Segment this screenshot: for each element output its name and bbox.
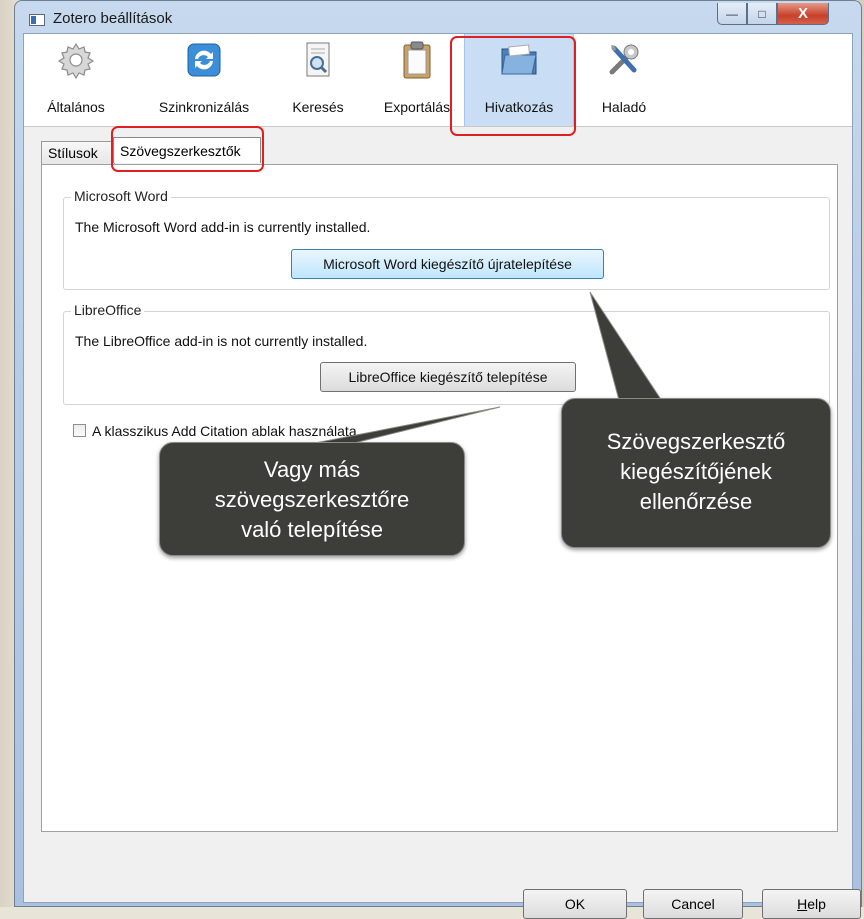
tab-styles[interactable]: Stílusok: [41, 141, 115, 165]
callout-left-line2: szövegszerkesztőre: [214, 487, 410, 512]
libreoffice-group: LibreOffice The LibreOffice add-in is no…: [63, 302, 830, 405]
cancel-button[interactable]: Cancel: [643, 889, 743, 919]
toolbar-item-search[interactable]: Keresés: [282, 34, 354, 126]
toolbar-label-general: Általános: [47, 99, 105, 115]
microsoft-word-status: The Microsoft Word add-in is currently i…: [75, 219, 371, 235]
callout-left-line1: Vagy más: [263, 457, 361, 482]
toolbar-label-sync: Szinkronizálás: [158, 99, 250, 115]
clipboard-icon: [403, 41, 431, 79]
sync-icon: [187, 43, 221, 77]
callout-right-line1: Szövegszerkesztő: [606, 429, 786, 454]
tools-icon: [609, 44, 639, 75]
toolbar-label-search: Keresés: [292, 99, 344, 115]
classic-add-citation-label[interactable]: A klasszikus Add Citation ablak használa…: [92, 423, 357, 439]
help-accesskey: H: [797, 896, 808, 912]
toolbar-item-sync[interactable]: Szinkronizálás: [144, 34, 264, 126]
callout-check-addin: Szövegszerkesztő kiegészítőjének ellenőr…: [561, 398, 831, 548]
preferences-toolbar: Általános Szinkronizálás Keresés Exportá…: [24, 34, 852, 127]
toolbar-label-advanced: Haladó: [601, 99, 647, 115]
install-libreoffice-addin-button[interactable]: LibreOffice kiegészítő telepítése: [320, 362, 576, 392]
toolbar-label-export: Exportálás: [383, 99, 451, 115]
search-document-icon: [306, 42, 330, 77]
callout-right-line2: kiegészítőjének: [620, 459, 772, 484]
window-title: Zotero beállítások: [53, 10, 173, 27]
title-bar[interactable]: Zotero beállítások — □ X: [15, 1, 861, 33]
help-button[interactable]: Help: [762, 889, 861, 919]
callout-left-line3: való telepítése: [241, 517, 383, 542]
callout-install-other: Vagy más szövegszerkesztőre való telepít…: [159, 442, 465, 556]
close-button[interactable]: X: [777, 3, 829, 25]
reinstall-word-addin-button[interactable]: Microsoft Word kiegészítő újratelepítése: [291, 249, 604, 279]
toolbar-item-advanced[interactable]: Haladó: [589, 34, 659, 126]
help-label-rest: elp: [807, 896, 826, 912]
toolbar-item-general[interactable]: Általános: [34, 34, 118, 126]
maximize-button[interactable]: □: [747, 3, 777, 25]
microsoft-word-legend: Microsoft Word: [71, 188, 171, 204]
highlight-cite-toolbar: [450, 36, 576, 136]
ok-button[interactable]: OK: [523, 889, 627, 919]
callout-right-line3: ellenőrzése: [639, 489, 753, 514]
gear-icon: [57, 42, 95, 80]
libreoffice-legend: LibreOffice: [71, 302, 145, 318]
toolbar-item-export[interactable]: Exportálás: [374, 34, 460, 126]
libreoffice-status: The LibreOffice add-in is not currently …: [75, 333, 368, 349]
classic-add-citation-checkbox[interactable]: [73, 424, 86, 437]
microsoft-word-group: Microsoft Word The Microsoft Word add-in…: [63, 188, 830, 290]
highlight-word-processors-tab: [111, 126, 264, 172]
minimize-button[interactable]: —: [717, 3, 747, 25]
window-app-icon: [29, 14, 45, 26]
